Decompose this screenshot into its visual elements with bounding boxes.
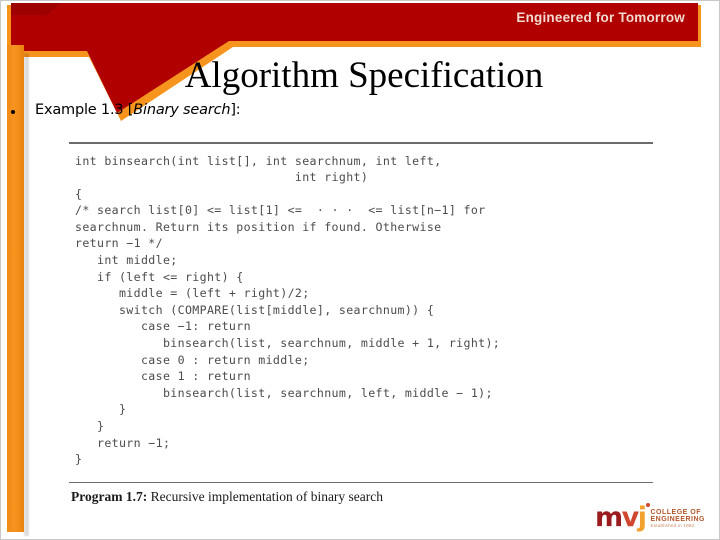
code-line: }: [75, 402, 127, 417]
code-line: case 0 : return middle;: [75, 352, 310, 367]
code-line: case −1: return: [75, 319, 251, 334]
ribbon-fold: [11, 3, 61, 15]
caption-label: Program 1.7:: [71, 489, 148, 505]
code-line: /* search list[0] <= list[1] <= · · · <=…: [75, 203, 486, 218]
code-line: {: [75, 186, 83, 201]
code-line: }: [75, 452, 83, 467]
bullet-prefix: Example 1.3 [: [35, 102, 134, 118]
code-line: switch (COMPARE(list[middle], searchnum)…: [75, 302, 435, 317]
code-line: int right): [75, 170, 369, 185]
slide-canvas: Engineered for Tomorrow Algorithm Specif…: [0, 0, 720, 540]
logo-line-established: Established in 1982: [650, 523, 695, 529]
logo-wordmark: mvj: [594, 502, 651, 533]
logo-text-block: COLLEGE OF ENGINEERING Established in 19…: [650, 506, 705, 530]
logo-line-college: COLLEGE OF: [650, 508, 701, 516]
logo-letter-v: v: [621, 502, 640, 533]
code-line: searchnum. Return its position if found.…: [75, 219, 442, 234]
figure-spacer: [69, 468, 653, 482]
code-line: return −1 */: [75, 236, 163, 251]
logo-letter-j: j: [637, 502, 647, 533]
bullet-suffix: ]:: [230, 102, 241, 118]
code-line: return −1;: [75, 435, 171, 450]
code-block: int binsearch(int list[], int searchnum,…: [75, 153, 653, 468]
code-figure: int binsearch(int list[], int searchnum,…: [69, 142, 653, 505]
code-line: int middle;: [75, 253, 178, 268]
code-line: middle = (left + right)/2;: [75, 286, 310, 301]
bullet-item: Example 1.3 [Binary search]:: [11, 102, 241, 118]
tagline-text: Engineered for Tomorrow: [516, 10, 685, 25]
code-line: binsearch(list, searchnum, left, middle …: [75, 385, 493, 400]
code-line: case 1 : return: [75, 369, 251, 384]
caption-text: Recursive implementation of binary searc…: [147, 489, 384, 505]
left-bar-shadow: [24, 53, 29, 536]
bullet-emphasis: Binary search: [133, 102, 231, 118]
bullet-dot-icon: [11, 110, 15, 114]
bullet-item-label: Example 1.3 [Binary search]:: [35, 102, 241, 118]
logo-line-engineering: ENGINEERING: [650, 516, 705, 524]
figure-caption: Program 1.7: Recursive implementation of…: [71, 489, 653, 505]
left-accent-bar: [7, 45, 24, 532]
code-line: }: [75, 419, 105, 433]
code-line: binsearch(list, searchnum, middle + 1, r…: [75, 336, 501, 351]
figure-bottom-rule: [69, 481, 653, 484]
mvj-logo: mvj COLLEGE OF ENGINEERING Established i…: [594, 502, 705, 533]
code-line: int binsearch(int list[], int searchnum,…: [75, 153, 442, 168]
page-title: Algorithm Specification: [184, 55, 544, 96]
figure-top-rule: [69, 142, 653, 144]
code-line: if (left <= right) {: [75, 269, 244, 284]
logo-letter-m: m: [594, 502, 623, 533]
